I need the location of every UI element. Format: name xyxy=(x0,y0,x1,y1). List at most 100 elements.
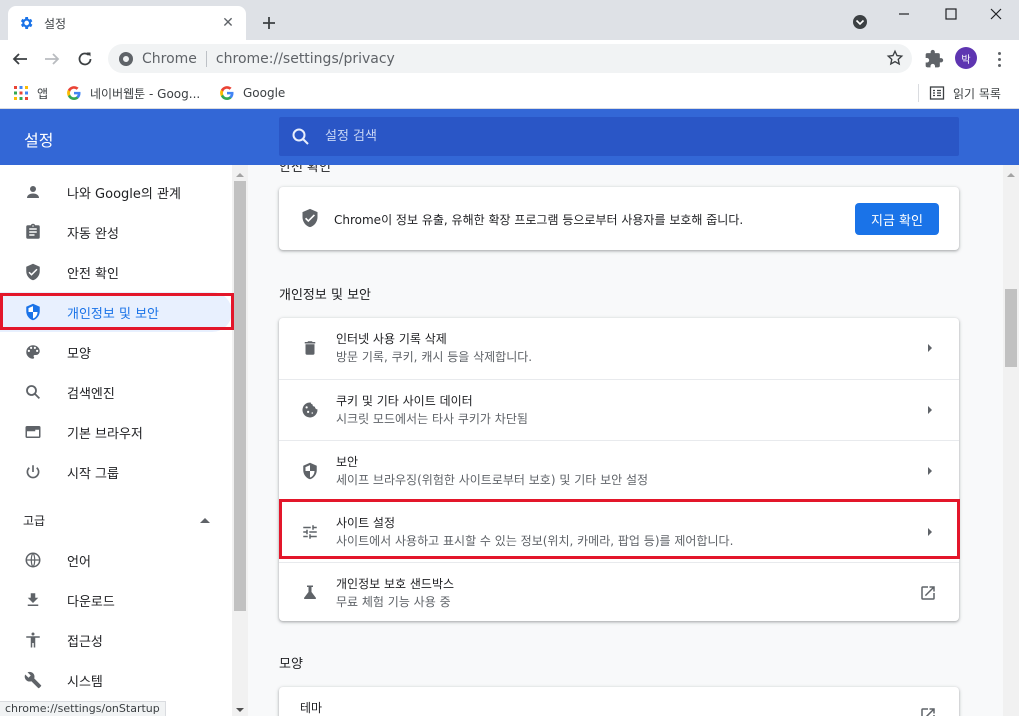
chrome-icon xyxy=(118,51,134,67)
reading-list-label: 읽기 목록 xyxy=(953,86,1001,101)
sidebar-item-label: 접근성 xyxy=(67,634,103,650)
sidebar-item-autofill[interactable]: 자동 완성 xyxy=(0,212,232,252)
sidebar-item-label: 자동 완성 xyxy=(67,226,119,242)
sidebar-item-label: 개인정보 및 보안 xyxy=(67,306,159,322)
power-icon xyxy=(23,462,43,482)
bookmark-google[interactable]: Google xyxy=(219,81,285,105)
bookmarks-divider xyxy=(918,84,919,102)
sidebar-scrollbar[interactable] xyxy=(232,165,248,716)
arrow-right-icon xyxy=(926,465,934,477)
row-title: 쿠키 및 기타 사이트 데이터 xyxy=(336,394,473,408)
minimize-icon[interactable] xyxy=(881,0,927,28)
bookmark-label: Google xyxy=(243,86,286,100)
search-icon xyxy=(291,127,311,147)
profile-avatar[interactable]: 박 xyxy=(955,47,977,69)
caret-up-icon[interactable] xyxy=(198,514,212,524)
apps-grid-icon xyxy=(13,85,29,101)
row-privacy-sandbox[interactable]: 개인정보 보호 샌드박스 무료 체험 기능 사용 중 xyxy=(279,562,959,621)
row-subtitle: 세이프 브라우징(위험한 사이트로부터 보호) 및 기타 보안 설정 xyxy=(336,473,649,487)
row-cookies[interactable]: 쿠키 및 기타 사이트 데이터 시크릿 모드에서는 타사 쿠키가 차단됨 xyxy=(279,379,959,440)
person-icon xyxy=(23,182,43,202)
toolbar: Chrome chrome://settings/privacy xyxy=(0,40,1019,77)
sidebar-item-on-startup[interactable]: 시작 그룹 xyxy=(0,452,232,492)
arrow-right-icon xyxy=(926,342,934,354)
palette-icon xyxy=(23,342,43,362)
globe-icon xyxy=(23,550,43,570)
back-icon[interactable] xyxy=(6,45,34,73)
tab-search-icon[interactable] xyxy=(851,13,869,31)
scroll-down-icon[interactable] xyxy=(235,704,245,714)
main-scrollbar[interactable] xyxy=(1003,165,1019,716)
sidebar-item-accessibility[interactable]: 접근성 xyxy=(0,620,232,660)
tab-settings[interactable]: 설정 ✕ xyxy=(8,6,246,40)
scroll-up-icon[interactable] xyxy=(235,169,245,179)
sidebar-item-safety-check[interactable]: 안전 확인 xyxy=(0,252,232,292)
appearance-card: 테마 xyxy=(279,687,959,716)
sidebar-item-downloads[interactable]: 다운로드 xyxy=(0,580,232,620)
bookmark-naver-webtoon[interactable]: 네이버웹툰 - Goog... xyxy=(66,81,200,105)
close-tab-icon[interactable]: ✕ xyxy=(220,15,236,31)
download-icon xyxy=(23,590,43,610)
new-tab-icon[interactable] xyxy=(258,12,280,34)
sidebar-item-label: 다운로드 xyxy=(67,594,115,610)
open-external-icon xyxy=(919,706,937,716)
search-input[interactable] xyxy=(325,129,925,144)
maximize-icon[interactable] xyxy=(928,0,974,28)
row-site-settings[interactable]: 사이트 설정 사이트에서 사용하고 표시할 수 있는 정보(위치, 카메라, 팝… xyxy=(279,501,959,562)
sidebar-item-google[interactable]: 나와 Google의 관계 xyxy=(0,172,232,212)
close-window-icon[interactable] xyxy=(973,0,1019,28)
open-external-icon xyxy=(919,584,937,602)
row-clear-browsing-data[interactable]: 인터넷 사용 기록 삭제 방문 기록, 쿠키, 캐시 등을 삭제합니다. xyxy=(279,318,959,379)
tab-strip: 설정 ✕ xyxy=(0,0,1019,40)
section-title-safety-check: 안전 확인 xyxy=(279,165,331,175)
menu-icon[interactable] xyxy=(990,49,1008,69)
sidebar-scroll-thumb[interactable] xyxy=(234,181,246,611)
bookmark-label: 네이버웹툰 - Goog... xyxy=(90,86,201,101)
bookmark-apps[interactable]: 앱 xyxy=(13,81,48,105)
row-theme[interactable]: 테마 xyxy=(248,687,959,716)
sidebar-item-default-browser[interactable]: 기본 브라우저 xyxy=(0,412,232,452)
forward-icon[interactable] xyxy=(38,45,66,73)
sidebar: 나와 Google의 관계 자동 완성 안전 확인 개인정보 및 보안 모양 검… xyxy=(0,165,248,716)
row-security[interactable]: 보안 세이프 브라우징(위험한 사이트로부터 보호) 및 기타 보안 설정 xyxy=(279,440,959,501)
address-bar[interactable]: Chrome chrome://settings/privacy xyxy=(108,44,912,73)
flask-icon xyxy=(300,583,320,603)
origin-separator xyxy=(205,50,207,67)
row-subtitle: 방문 기록, 쿠키, 캐시 등을 삭제합니다. xyxy=(336,350,533,364)
sidebar-item-label: 안전 확인 xyxy=(67,266,119,282)
sidebar-item-label: 시작 그룹 xyxy=(67,466,119,482)
main-scroll-thumb[interactable] xyxy=(1005,289,1017,367)
scroll-up-icon[interactable] xyxy=(1006,169,1016,179)
tab-title: 설정 xyxy=(44,16,67,31)
bookmark-star-icon[interactable] xyxy=(886,49,904,67)
section-title-appearance: 모양 xyxy=(279,657,303,672)
sidebar-item-system[interactable]: 시스템 xyxy=(0,660,232,700)
sidebar-item-search-engine[interactable]: 검색엔진 xyxy=(0,372,232,412)
sidebar-advanced-toggle[interactable]: 고급 xyxy=(23,512,45,529)
url-text: chrome://settings/privacy xyxy=(215,50,395,67)
row-title: 테마 xyxy=(300,701,323,715)
reading-list-button[interactable]: 읽기 목록 xyxy=(918,81,1001,105)
settings-header: 설정 xyxy=(0,109,1019,165)
settings-search[interactable] xyxy=(279,117,959,156)
shield-check-icon xyxy=(300,208,320,228)
privacy-card: 인터넷 사용 기록 삭제 방문 기록, 쿠키, 캐시 등을 삭제합니다. 쿠키 … xyxy=(279,318,959,621)
safety-check-description: Chrome이 정보 유출, 유해한 확장 프로그램 등으로부터 사용자를 보호… xyxy=(334,213,744,227)
sidebar-item-label: 검색엔진 xyxy=(67,386,115,402)
extensions-icon[interactable] xyxy=(924,49,944,69)
wrench-icon xyxy=(23,670,43,690)
sidebar-item-label: 기본 브라우저 xyxy=(67,426,143,442)
row-title: 인터넷 사용 기록 삭제 xyxy=(336,332,447,346)
check-now-button[interactable]: 지금 확인 xyxy=(855,203,939,235)
google-g-icon xyxy=(66,85,82,101)
sidebar-item-label: 시스템 xyxy=(67,674,103,690)
accessibility-icon xyxy=(23,630,43,650)
bookmark-label: 앱 xyxy=(37,86,49,101)
status-bubble: chrome://settings/onStartup xyxy=(0,701,166,716)
row-subtitle: 사이트에서 사용하고 표시할 수 있는 정보(위치, 카메라, 팝업 등)를 제… xyxy=(336,534,734,548)
reload-icon[interactable] xyxy=(71,45,99,73)
sidebar-item-appearance[interactable]: 모양 xyxy=(0,332,232,372)
sidebar-item-languages[interactable]: 언어 xyxy=(0,540,232,580)
sidebar-item-privacy[interactable]: 개인정보 및 보안 xyxy=(0,292,232,332)
sidebar-item-label: 나와 Google의 관계 xyxy=(67,186,181,202)
